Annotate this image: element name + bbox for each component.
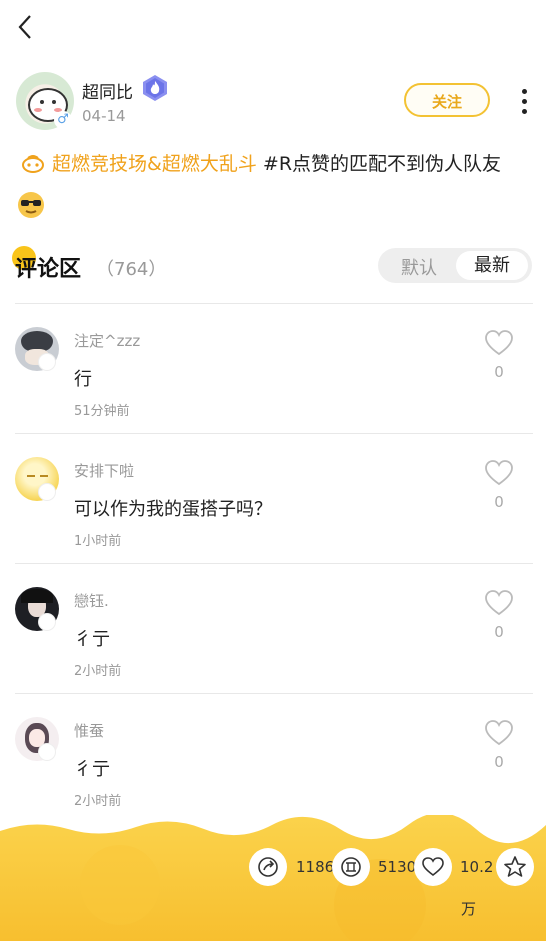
more-vertical-icon[interactable]: [517, 86, 533, 118]
topic-icon: [22, 155, 44, 173]
back-arrow-icon[interactable]: [14, 12, 38, 42]
post-tag-text[interactable]: #R点赞的匹配不到伪人队友: [263, 153, 501, 175]
share-icon: [258, 857, 278, 877]
heart-icon: [422, 857, 444, 877]
coin-count: 5130: [378, 858, 417, 876]
author-name[interactable]: 超同比: [82, 78, 133, 103]
comment-time: 2小时前: [74, 664, 122, 679]
comment-text: 彳亍: [74, 759, 110, 780]
sunglasses-emoji-icon: [18, 192, 44, 218]
favorite-button[interactable]: [496, 848, 534, 886]
comment-author[interactable]: 戀钰.: [74, 590, 109, 611]
flame-badge-icon: [143, 75, 167, 101]
heart-icon[interactable]: [484, 329, 514, 357]
heart-icon[interactable]: [484, 719, 514, 747]
share-count: 1186: [296, 858, 335, 876]
comment-text: 彳亍: [74, 629, 110, 650]
follow-button[interactable]: 关注: [404, 83, 490, 117]
coin-icon: [341, 857, 361, 877]
post-content: 超燃竞技场&超燃大乱斗 #R点赞的匹配不到伪人队友: [20, 150, 530, 178]
like-count-unit: 万: [461, 900, 477, 918]
like-count: 10.2: [460, 858, 494, 876]
divider: [15, 563, 533, 564]
comment-text: 可以作为我的蛋搭子吗？: [74, 499, 272, 520]
like-button[interactable]: [414, 848, 452, 886]
comment-author[interactable]: 惟蚕: [74, 720, 104, 741]
comment-author[interactable]: 注定^zzz: [74, 330, 140, 351]
post-date: 04-14: [82, 107, 126, 125]
comment-like-count: 0: [494, 623, 504, 641]
sort-default-tab[interactable]: 默认: [388, 254, 450, 279]
divider: [15, 433, 533, 434]
share-button[interactable]: [249, 848, 287, 886]
avatar-badge: [38, 613, 56, 631]
divider: [15, 693, 533, 694]
comments-count: （764）: [96, 259, 167, 280]
comment-time: 51分钟前: [74, 404, 130, 419]
sort-newest-tab[interactable]: 最新: [456, 251, 528, 280]
coin-button[interactable]: [332, 848, 370, 886]
star-icon: [504, 856, 526, 877]
comment-time: 1小时前: [74, 534, 122, 549]
male-icon: ♂: [54, 111, 72, 129]
divider: [15, 303, 533, 304]
heart-icon[interactable]: [484, 459, 514, 487]
heart-icon[interactable]: [484, 589, 514, 617]
comments-title: 评论区: [15, 257, 82, 282]
avatar-badge: [38, 483, 56, 501]
topic-link[interactable]: 超燃竞技场&超燃大乱斗: [52, 153, 257, 175]
comment-like-count: 0: [494, 363, 504, 381]
avatar-badge: [38, 353, 56, 371]
comment-like-count: 0: [494, 493, 504, 511]
comment-text: 行: [74, 369, 92, 390]
comment-time: 2小时前: [74, 794, 122, 809]
comment-author[interactable]: 安排下啦: [74, 460, 134, 481]
avatar-badge: [38, 743, 56, 761]
comment-like-count: 0: [494, 753, 504, 771]
